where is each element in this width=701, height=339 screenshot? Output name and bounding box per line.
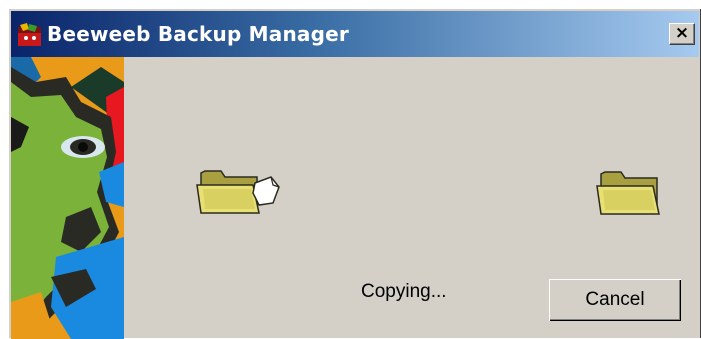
cartoon-face-banner <box>11 57 124 339</box>
title-bar[interactable]: Beeweeb Backup Manager × <box>11 11 699 57</box>
status-text: Copying... <box>361 281 447 302</box>
backup-dialog-window: Beeweeb Backup Manager × Copying... Canc… <box>8 8 701 339</box>
app-icon <box>18 23 41 46</box>
cancel-button[interactable]: Cancel <box>549 279 681 321</box>
folder-icon <box>596 171 660 215</box>
window-title: Beeweeb Backup Manager <box>47 22 349 46</box>
folder-open-file-icon <box>196 170 280 214</box>
close-button[interactable]: × <box>669 23 695 45</box>
close-icon: × <box>674 23 690 43</box>
